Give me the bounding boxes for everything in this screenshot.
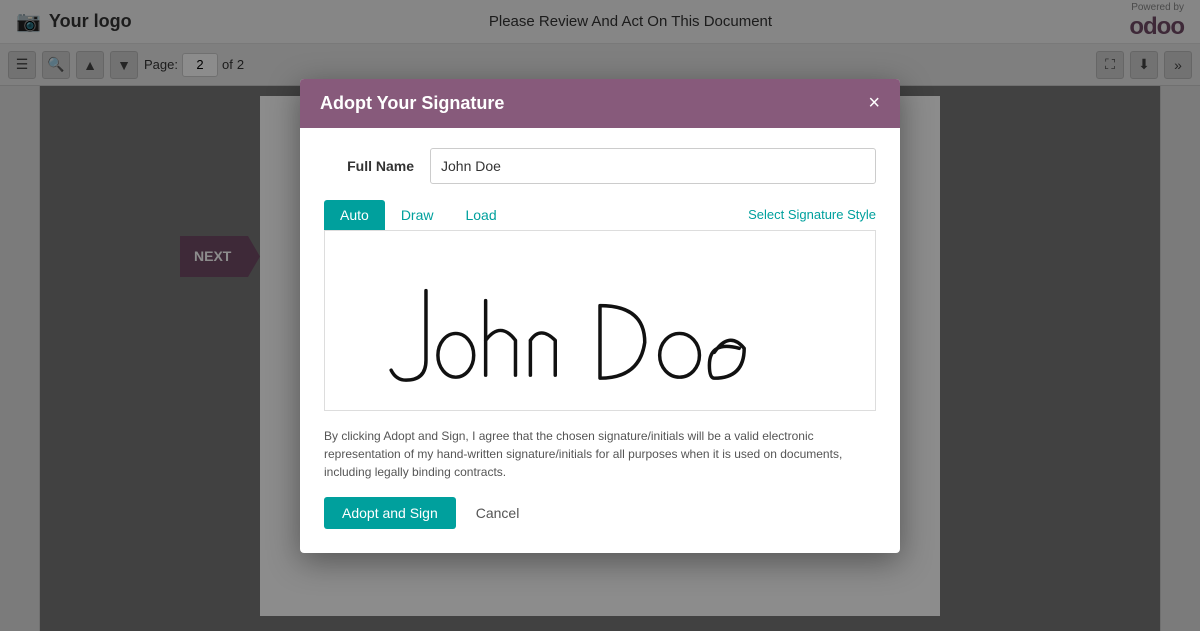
tab-load-button[interactable]: Load — [449, 200, 512, 230]
select-signature-style-link[interactable]: Select Signature Style — [748, 207, 876, 222]
modal-body: Full Name Auto Draw Load Select Signatur… — [300, 128, 900, 553]
modal-footer: Adopt and Sign Cancel — [324, 497, 876, 533]
modal-dialog: Adopt Your Signature × Full Name Auto Dr… — [300, 79, 900, 553]
full-name-input[interactable] — [430, 148, 876, 184]
modal-close-button[interactable]: × — [868, 93, 880, 113]
signature-tabs: Auto Draw Load Select Signature Style — [324, 200, 876, 231]
adopt-sign-button[interactable]: Adopt and Sign — [324, 497, 456, 529]
legal-text: By clicking Adopt and Sign, I agree that… — [324, 427, 876, 481]
tab-auto-button[interactable]: Auto — [324, 200, 385, 230]
signature-preview — [324, 231, 876, 411]
modal-overlay: Adopt Your Signature × Full Name Auto Dr… — [0, 0, 1200, 631]
tab-draw-button[interactable]: Draw — [385, 200, 450, 230]
modal-title: Adopt Your Signature — [320, 93, 504, 114]
cancel-button[interactable]: Cancel — [464, 497, 532, 529]
full-name-row: Full Name — [324, 148, 876, 184]
full-name-label: Full Name — [324, 158, 414, 174]
signature-svg — [325, 231, 875, 410]
modal-header: Adopt Your Signature × — [300, 79, 900, 128]
